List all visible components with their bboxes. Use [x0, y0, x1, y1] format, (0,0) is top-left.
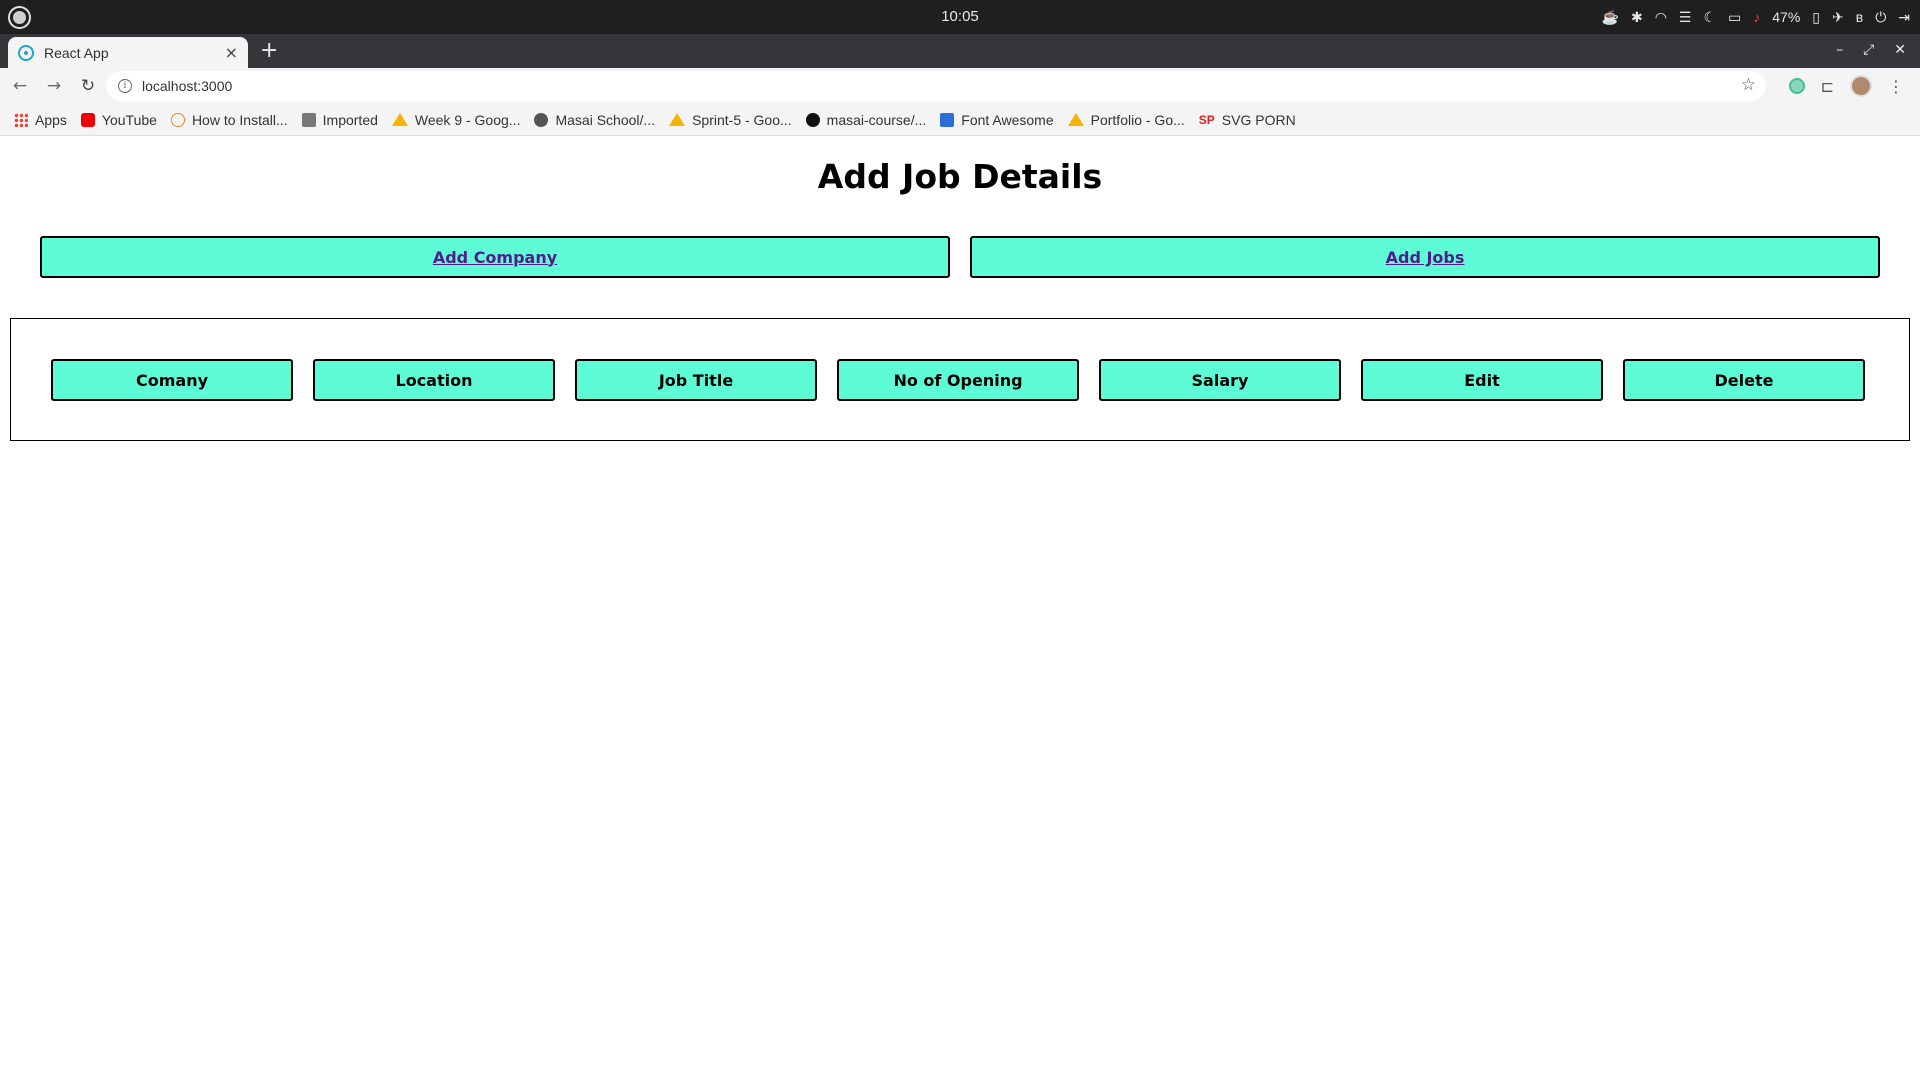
svg-porn-icon: SP: [1198, 112, 1215, 127]
battery-percentage: 47%: [1772, 9, 1801, 25]
extensions-puzzle-icon[interactable]: ⊏: [1821, 77, 1834, 96]
browser-toolbar: ← → ↻ i localhost:3000 ☆ ⊏ ⋮: [0, 68, 1920, 104]
bookmark-label: Sprint-5 - Goo...: [692, 111, 792, 128]
table-header-row: Comany Location Job Title No of Opening …: [51, 359, 1871, 401]
folder-icon[interactable]: ▭: [1728, 7, 1741, 27]
youtube-icon: [80, 112, 95, 127]
page-content: Add Job Details Add Company Add Jobs Com…: [0, 137, 1920, 1080]
column-header-company: Comany: [51, 359, 293, 401]
maximize-icon[interactable]: ⤢: [1863, 42, 1874, 58]
url-text[interactable]: localhost:3000: [142, 78, 232, 94]
add-company-button[interactable]: Add Company: [40, 236, 950, 278]
page-title: Add Job Details: [817, 157, 1103, 196]
bookmark-how-to-install[interactable]: How to Install...: [170, 111, 288, 128]
bookmark-svg-porn[interactable]: SP SVG PORN: [1199, 112, 1296, 128]
airplane-mode-icon[interactable]: ✈: [1832, 7, 1844, 27]
google-drive-icon: [391, 113, 408, 126]
bookmark-label: Masai School/...: [555, 111, 656, 128]
github-icon: [805, 112, 820, 127]
tab-close-icon[interactable]: ×: [225, 43, 238, 62]
slack-icon[interactable]: ✱: [1631, 7, 1643, 27]
bookmark-label: Font Awesome: [961, 111, 1054, 128]
bookmark-portfolio[interactable]: Portfolio - Go...: [1067, 111, 1185, 128]
battery-icon[interactable]: ▯: [1812, 7, 1820, 27]
tab-title: React App: [44, 44, 109, 61]
tab-react-app[interactable]: React App ×: [8, 37, 248, 68]
bookmark-youtube[interactable]: YouTube: [80, 111, 157, 128]
bookmark-masai-school[interactable]: Masai School/...: [534, 112, 655, 128]
font-awesome-icon: [940, 112, 955, 127]
bookmark-star-icon[interactable]: ☆: [1741, 75, 1756, 95]
globe-icon: [534, 112, 549, 127]
add-jobs-button[interactable]: Add Jobs: [970, 236, 1880, 278]
site-icon: [170, 112, 185, 127]
profile-avatar[interactable]: [1850, 75, 1872, 97]
bookmark-label: Imported: [322, 111, 378, 128]
bookmark-sprint-5[interactable]: Sprint-5 - Goo...: [669, 112, 792, 128]
jobs-table: Comany Location Job Title No of Opening …: [10, 318, 1910, 441]
bookmark-imported[interactable]: Imported: [301, 111, 378, 128]
column-header-job-title: Job Title: [575, 359, 817, 401]
browser-tab-strip: React App × + – ⤢ ✕: [0, 34, 1920, 68]
google-drive-icon: [1067, 113, 1084, 126]
system-tray[interactable]: ☕ ✱ ◠ ☰ ☾ ▭ ♪ 47% ▯ ✈ ʙ ⏻ ⇥: [1602, 7, 1910, 27]
bookmark-font-awesome[interactable]: Font Awesome: [940, 111, 1054, 128]
bookmark-label: Week 9 - Goog...: [414, 111, 521, 128]
extensions-area: ⊏ ⋮: [1788, 75, 1904, 97]
bookmark-label: Portfolio - Go...: [1090, 111, 1185, 128]
minimize-icon[interactable]: –: [1836, 42, 1843, 58]
bookmark-masai-course[interactable]: masai-course/...: [805, 111, 927, 128]
new-tab-button[interactable]: +: [260, 39, 278, 63]
apps-grid-icon: [14, 112, 28, 127]
menu-icon[interactable]: ☰: [1679, 7, 1692, 27]
notification-bell-icon[interactable]: ♪: [1753, 7, 1760, 27]
bookmark-label: YouTube: [101, 111, 157, 128]
column-header-delete: Delete: [1623, 359, 1865, 401]
coffee-icon[interactable]: ☕: [1602, 7, 1619, 27]
site-info-icon[interactable]: i: [118, 79, 132, 93]
bookmarks-bar: Apps YouTube How to Install... Imported …: [0, 104, 1920, 136]
back-arrow-icon[interactable]: ←: [6, 76, 34, 96]
bluetooth-icon[interactable]: ʙ: [1856, 7, 1863, 27]
browser-menu-icon[interactable]: ⋮: [1888, 77, 1904, 96]
os-top-bar: 10:05 ☕ ✱ ◠ ☰ ☾ ▭ ♪ 47% ▯ ✈ ʙ ⏻ ⇥: [0, 0, 1920, 34]
reload-icon[interactable]: ↻: [74, 76, 102, 96]
logout-icon[interactable]: ⇥: [1898, 7, 1910, 27]
bookmark-apps[interactable]: Apps: [14, 112, 67, 128]
close-window-icon[interactable]: ✕: [1894, 42, 1906, 58]
bookmark-label: Apps: [35, 111, 67, 128]
window-controls: – ⤢ ✕: [1836, 42, 1906, 58]
add-company-link[interactable]: Add Company: [433, 248, 557, 267]
bookmark-week-9[interactable]: Week 9 - Goog...: [391, 111, 521, 128]
extension-icon[interactable]: [1788, 78, 1805, 94]
column-header-edit: Edit: [1361, 359, 1603, 401]
google-drive-icon: [669, 113, 686, 126]
power-icon[interactable]: ⏻: [1875, 7, 1886, 27]
folder-icon: [301, 112, 316, 127]
wifi-icon[interactable]: ◠: [1655, 7, 1667, 27]
bookmark-label: SVG PORN: [1221, 111, 1296, 128]
column-header-no-of-opening: No of Opening: [837, 359, 1079, 401]
add-jobs-link[interactable]: Add Jobs: [1386, 248, 1465, 267]
address-bar[interactable]: i localhost:3000 ☆: [106, 71, 1766, 101]
bookmark-label: masai-course/...: [826, 111, 927, 128]
react-favicon-icon: [18, 44, 34, 61]
bookmark-label: How to Install...: [191, 111, 288, 128]
column-header-salary: Salary: [1099, 359, 1341, 401]
forward-arrow-icon[interactable]: →: [40, 76, 68, 96]
column-header-location: Location: [313, 359, 555, 401]
night-mode-icon[interactable]: ☾: [1703, 7, 1716, 27]
